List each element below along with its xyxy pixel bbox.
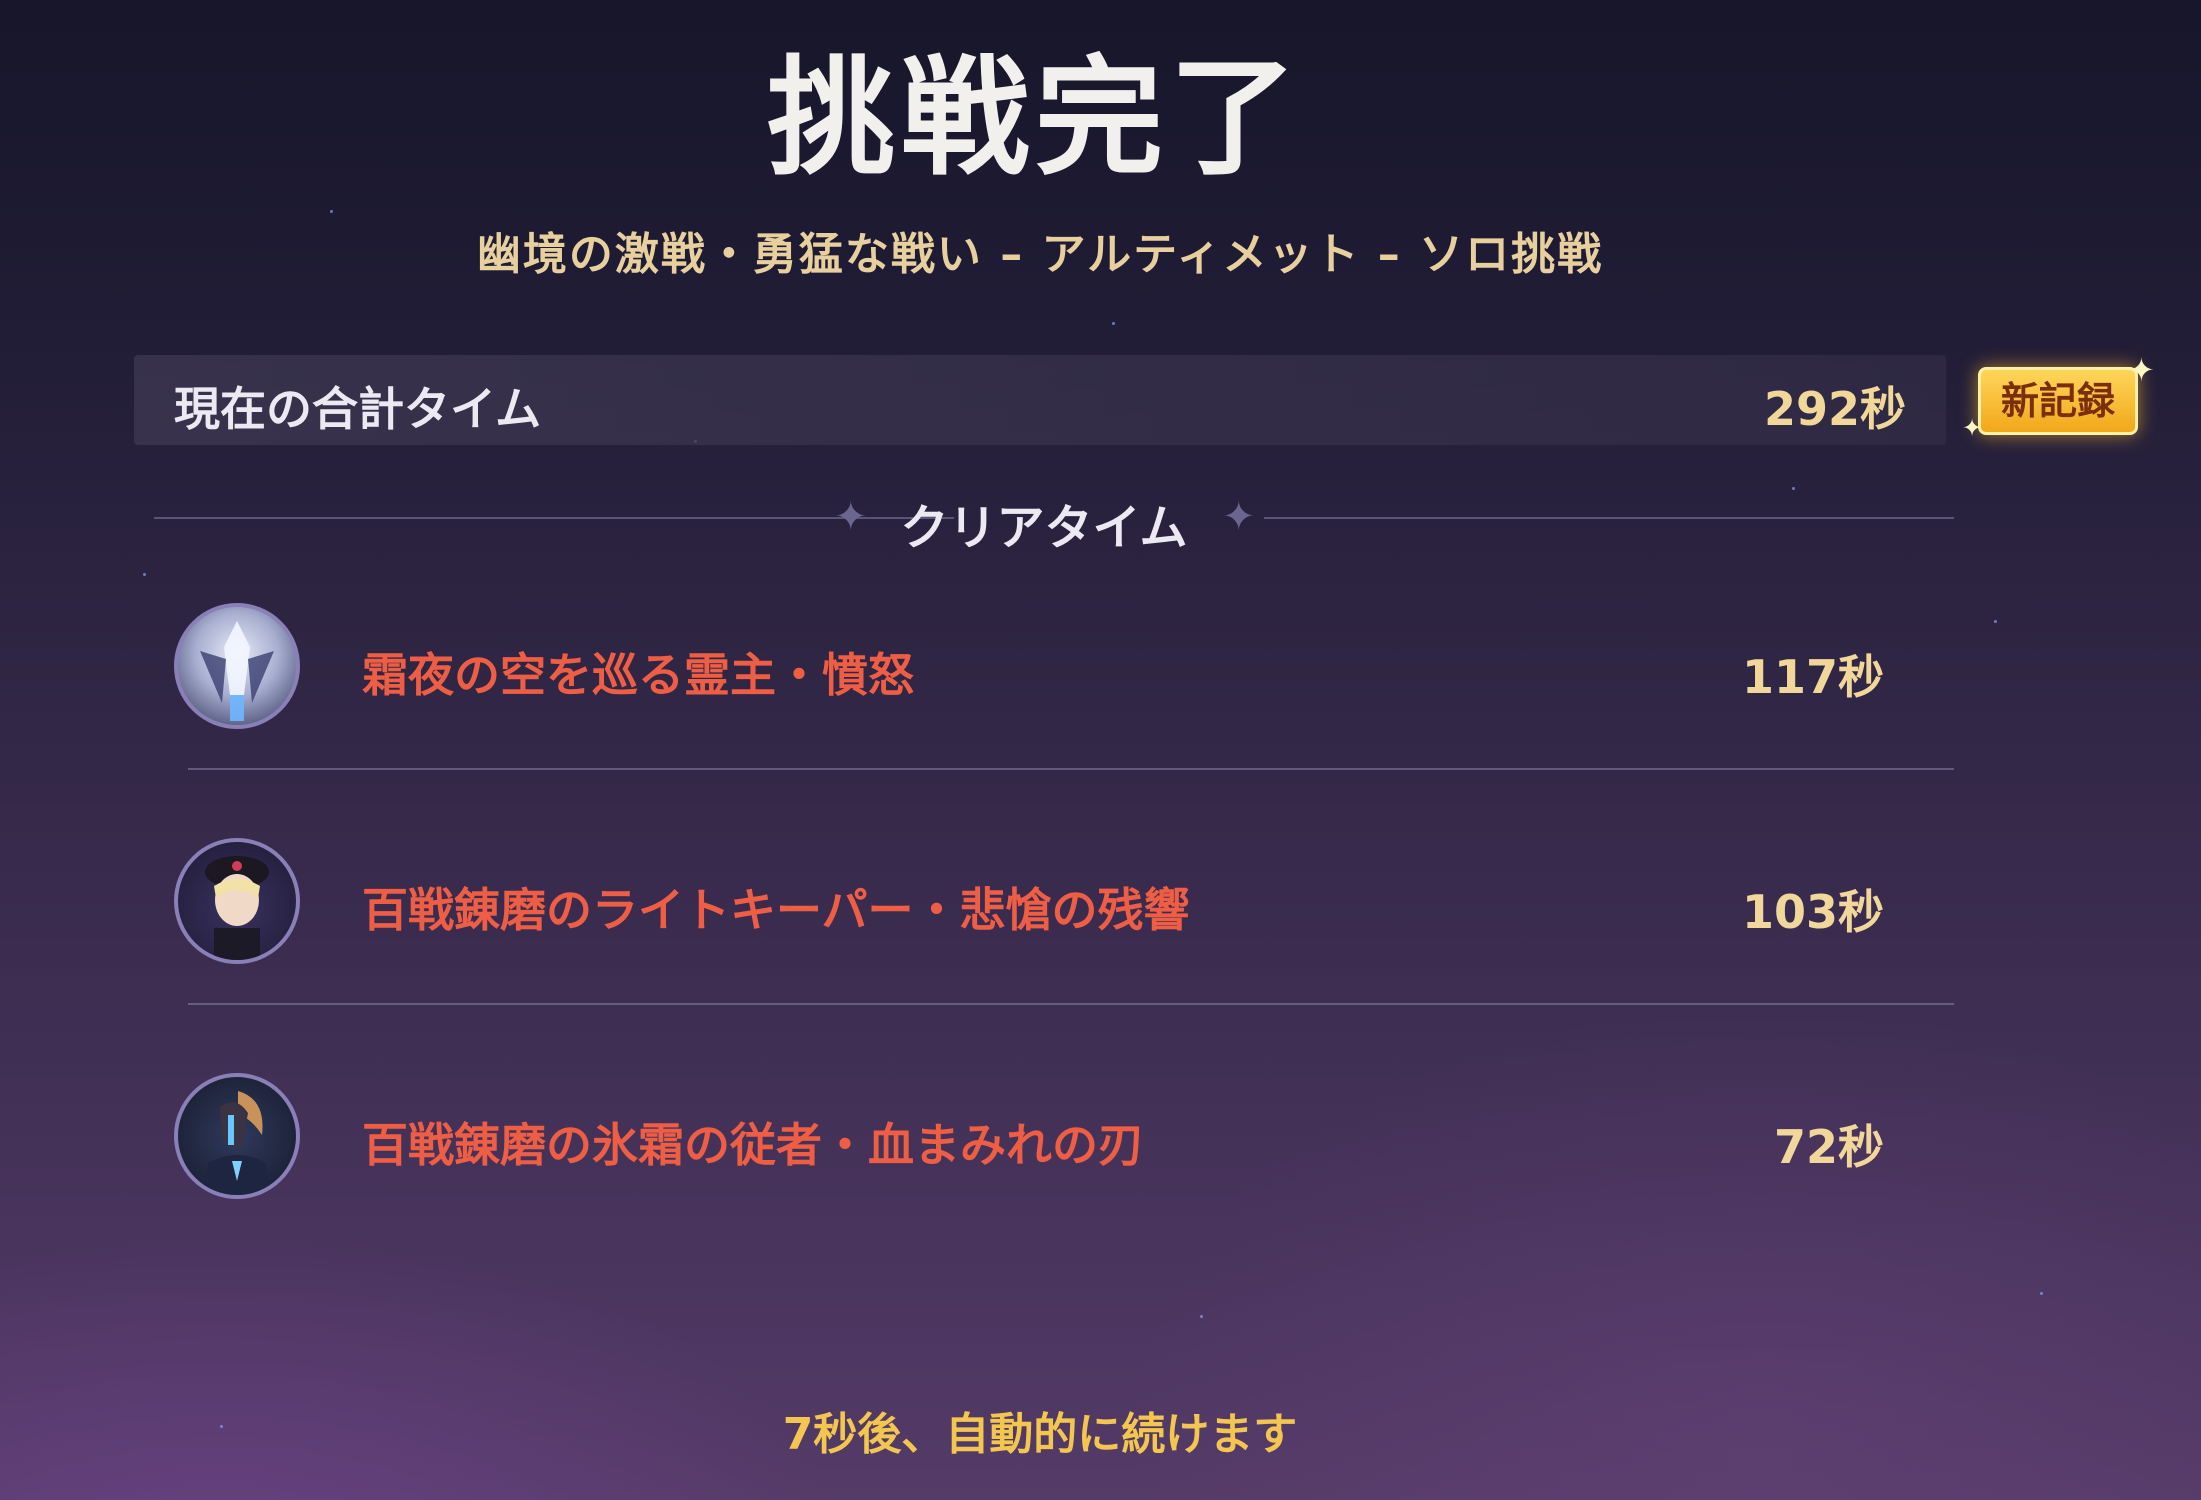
divider-star-icon: ✦ [1222, 494, 1256, 540]
lightkeeper-portrait-icon [174, 838, 300, 964]
sparkle-icon: ✦ [2128, 351, 2155, 389]
background-star [143, 573, 146, 576]
boss-row: 霜夜の空を巡る霊主・憤怒 117秒 [174, 603, 1954, 737]
boss-name: 百戦錬磨の氷霜の従者・血まみれの刃 [362, 1118, 1144, 1172]
row-divider [188, 768, 1954, 770]
clear-time-divider: ✦ クリアタイム ✦ [134, 480, 1954, 556]
boss-name: 霜夜の空を巡る霊主・憤怒 [362, 648, 914, 702]
clear-time-heading: クリアタイム [900, 500, 1188, 556]
frost-retainer-portrait-icon [174, 1073, 300, 1199]
sparkle-icon: ✦ [1962, 414, 1983, 442]
page-title: 挑戦完了 [766, 44, 1303, 193]
challenge-subtitle: 幽境の激戦・勇猛な戦い – アルティメット – ソロ挑戦 [476, 229, 1604, 280]
background-star [1112, 322, 1115, 325]
total-time-bar: 現在の合計タイム 292秒 [134, 355, 1946, 445]
boss-clear-time: 72秒 [1773, 1120, 1884, 1174]
frost-lord-portrait-icon [174, 603, 300, 729]
background-star [330, 210, 333, 213]
total-time-value: 292秒 [1763, 382, 1906, 436]
boss-row: 百戦錬磨の氷霜の従者・血まみれの刃 72秒 [174, 1073, 1954, 1207]
total-time-label: 現在の合計タイム [174, 382, 542, 436]
auto-continue-countdown: 7秒後、自動的に続けます [782, 1409, 1298, 1460]
boss-clear-time: 117秒 [1741, 650, 1884, 704]
divider-line-right [1264, 517, 1954, 519]
boss-clear-time: 103秒 [1741, 885, 1884, 939]
new-record-badge: 新記録 [1978, 367, 2138, 435]
background-star [1200, 1315, 1203, 1318]
background-star [2040, 1292, 2043, 1295]
background-star [1994, 620, 1997, 623]
row-divider [188, 1003, 1954, 1005]
boss-name: 百戦錬磨のライトキーパー・悲愴の残響 [362, 883, 1190, 937]
boss-row: 百戦錬磨のライトキーパー・悲愴の残響 103秒 [174, 838, 1954, 972]
